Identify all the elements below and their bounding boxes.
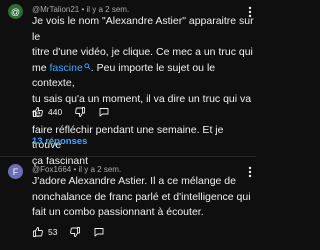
replies-toggle[interactable]: 13 réponses bbox=[32, 136, 87, 147]
avatar[interactable]: @ bbox=[8, 4, 23, 19]
thumbs-down-icon bbox=[74, 106, 86, 118]
avatar[interactable]: F bbox=[8, 164, 23, 179]
divider bbox=[0, 156, 256, 157]
like-count: 53 bbox=[48, 227, 58, 237]
reply-icon bbox=[98, 106, 110, 118]
thumbs-up-icon bbox=[32, 226, 44, 238]
more-options-icon[interactable] bbox=[248, 166, 252, 178]
like-button[interactable]: 440 bbox=[32, 106, 62, 118]
comment-card: @ @MrTalion21 • il y a 2 sem. Je vois le… bbox=[0, 0, 256, 167]
comment-card: F @Fox1664 • il y a 2 sem. J'adore Alexa… bbox=[0, 160, 256, 250]
comment-line: nonchalance de franc parlé et d'intellig… bbox=[32, 190, 251, 203]
comment-line: fait un combo passionnant à écouter. bbox=[32, 206, 204, 218]
thumbs-down-icon bbox=[69, 226, 81, 238]
comment-line: titre d'une vidéo, je clique. Ce mec a u… bbox=[32, 46, 253, 58]
thumbs-up-icon bbox=[32, 106, 44, 118]
comment-meta: @Fox1664 • il y a 2 sem. bbox=[32, 165, 122, 174]
search-link[interactable]: fascine bbox=[50, 62, 91, 74]
search-link-label: fascine bbox=[49, 61, 83, 74]
dislike-button[interactable] bbox=[74, 106, 86, 118]
search-icon bbox=[84, 62, 91, 70]
comment-actions: 440 bbox=[32, 106, 110, 118]
like-count: 440 bbox=[48, 107, 63, 117]
like-button[interactable]: 53 bbox=[32, 226, 57, 238]
dislike-button[interactable] bbox=[69, 226, 81, 238]
comment-actions: 53 bbox=[32, 226, 105, 238]
comment-line: me fascine. Peu importe le sujet ou le c… bbox=[32, 61, 254, 92]
avatar-letter: F bbox=[12, 166, 19, 177]
comment-line: J'adore Alexandre Astier. Il a ce mélang… bbox=[32, 175, 236, 187]
reply-button[interactable] bbox=[93, 226, 105, 238]
reply-button[interactable] bbox=[98, 106, 110, 118]
comment-line: Je vois le nom "Alexandre Astier" appara… bbox=[32, 15, 254, 43]
comment-meta: @MrTalion21 • il y a 2 sem. bbox=[32, 5, 130, 14]
reply-icon bbox=[93, 226, 105, 238]
comment-text: J'adore Alexandre Astier. Il a ce mélang… bbox=[32, 174, 254, 221]
avatar-letter: @ bbox=[10, 6, 21, 17]
comment-line-prefix: me bbox=[32, 61, 50, 74]
more-options-icon[interactable] bbox=[248, 6, 252, 18]
